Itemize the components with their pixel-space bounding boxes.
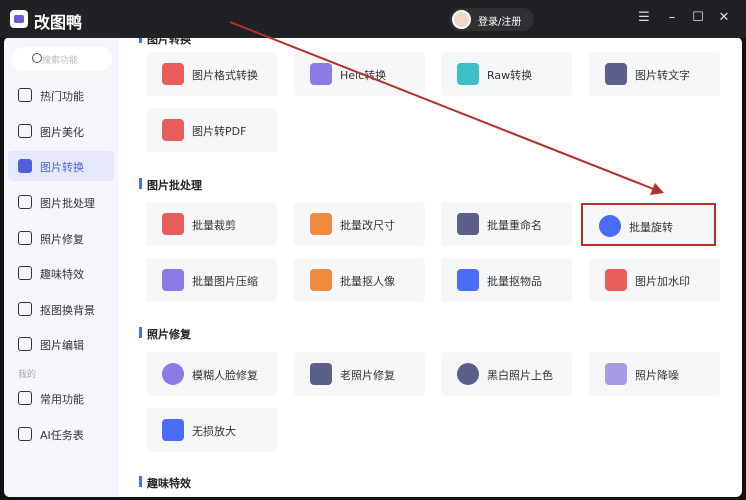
- annotation-arrow: [229, 21, 664, 195]
